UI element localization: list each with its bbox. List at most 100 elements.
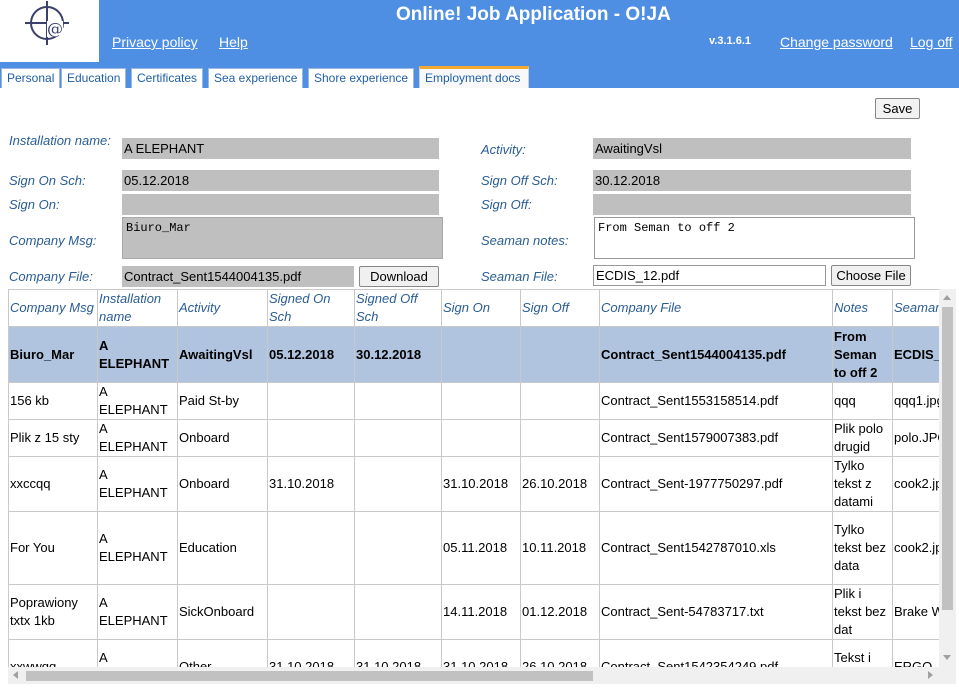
vertical-scroll-thumb[interactable]: [942, 307, 953, 610]
version-label: v.3.1.6.1: [709, 35, 751, 47]
sign-off-sch-field[interactable]: 30.12.2018: [593, 170, 911, 191]
choose-file-button[interactable]: Choose File: [831, 265, 911, 286]
company-file-field[interactable]: Contract_Sent1544004135.pdf: [122, 266, 354, 287]
col-notes[interactable]: Notes: [832, 289, 893, 327]
scroll-up-arrow-icon[interactable]: [943, 295, 951, 300]
cell-installation: A ELEPHANT: [97, 456, 178, 512]
company-logo: @: [0, 0, 99, 62]
cell-signed-off-sch: [354, 584, 442, 640]
cell-signed-on-sch: 31.10.2018: [267, 456, 355, 512]
company-msg-label: Company Msg:: [9, 233, 97, 248]
cell-seaman-file: cook2.jpg: [892, 456, 939, 512]
scroll-down-arrow-icon[interactable]: [943, 655, 951, 660]
logoff-link[interactable]: Log off: [910, 34, 953, 50]
tab-personal[interactable]: Personal: [1, 68, 61, 88]
col-seaman-file[interactable]: Seaman File: [892, 289, 939, 327]
cell-company-msg: Poprawiony txtx 1kb: [8, 584, 98, 640]
cell-activity: SickOnboard: [177, 584, 268, 640]
cell-activity: Other: [177, 639, 268, 667]
table-row[interactable]: Plik z 15 sty A ELEPHANT Onboard Contrac…: [8, 419, 939, 457]
cell-installation: A ELEPHANT: [97, 584, 178, 640]
cell-company-file: Contract_Sent1579007383.pdf: [599, 419, 833, 457]
cell-seaman-file: Brake Wa: [892, 584, 939, 640]
cell-company-msg: For You: [8, 511, 98, 585]
seaman-notes-textarea[interactable]: From Seman to off 2: [594, 217, 915, 259]
installation-name-field[interactable]: A ELEPHANT: [122, 138, 439, 159]
scroll-left-arrow-icon[interactable]: [13, 671, 18, 679]
company-msg-textarea[interactable]: Biuro_Mar: [122, 217, 443, 259]
cell-notes: Tylko tekst z datami: [832, 456, 893, 512]
sign-on-sch-field[interactable]: 05.12.2018: [122, 170, 439, 191]
vertical-scrollbar[interactable]: [939, 289, 956, 667]
table-row[interactable]: 156 kb A ELEPHANT Paid St-by Contract_Se…: [8, 382, 939, 420]
change-password-link[interactable]: Change password: [780, 34, 893, 50]
cell-signed-on-sch: [267, 584, 355, 640]
sign-off-field[interactable]: [593, 194, 911, 215]
col-activity[interactable]: Activity: [177, 289, 268, 327]
documents-table-container: Company Msg Installation name Activity S…: [8, 289, 939, 667]
cell-sign-on: [441, 419, 521, 457]
cell-notes: From Seman to off 2: [832, 326, 893, 383]
cell-company-file: Contract_Sent1542354249.pdf: [599, 639, 833, 667]
sign-on-label: Sign On:: [9, 197, 60, 212]
cell-activity: Education: [177, 511, 268, 585]
tab-shore-experience[interactable]: Shore experience: [308, 68, 415, 88]
col-sign-off[interactable]: Sign Off: [520, 289, 600, 327]
seaman-notes-label: Seaman notes:: [481, 233, 569, 248]
cell-signed-on-sch: 05.12.2018: [267, 326, 355, 383]
cell-activity: AwaitingVsl: [177, 326, 268, 383]
cell-notes: Tekst i plik z: [832, 639, 893, 667]
sign-on-field[interactable]: [122, 194, 439, 215]
cell-activity: Paid St-by: [177, 382, 268, 420]
col-signed-on-sch[interactable]: Signed On Sch: [267, 289, 355, 327]
cell-company-file: Contract_Sent-54783717.txt: [599, 584, 833, 640]
horizontal-scrollbar[interactable]: [8, 667, 956, 684]
tab-certificates[interactable]: Certificates: [131, 68, 204, 88]
cell-installation: A ELEPHANT: [97, 419, 178, 457]
tab-sea-experience[interactable]: Sea experience: [208, 68, 304, 88]
col-signed-off-sch[interactable]: Signed Off Sch: [354, 289, 442, 327]
col-sign-on[interactable]: Sign On: [441, 289, 521, 327]
col-installation-name[interactable]: Installation name: [97, 289, 178, 327]
cell-sign-off: 01.12.2018: [520, 584, 600, 640]
table-row-selected[interactable]: Biuro_Mar A ELEPHANT AwaitingVsl 05.12.2…: [8, 326, 939, 383]
cell-company-msg: Plik z 15 sty: [8, 419, 98, 457]
cell-sign-off: 26.10.2018: [520, 639, 600, 667]
col-company-file[interactable]: Company File: [599, 289, 833, 327]
cell-activity: Onboard: [177, 456, 268, 512]
download-button[interactable]: Download: [359, 266, 439, 287]
seaman-file-field[interactable]: ECDIS_12.pdf: [593, 265, 826, 286]
cell-sign-on: [441, 382, 521, 420]
cell-installation: A ELEPHANT: [97, 511, 178, 585]
table-row[interactable]: xxccqq A ELEPHANT Onboard 31.10.2018 31.…: [8, 456, 939, 512]
privacy-policy-link[interactable]: Privacy policy: [112, 34, 198, 50]
help-link[interactable]: Help: [219, 34, 248, 50]
cell-company-file: Contract_Sent1553158514.pdf: [599, 382, 833, 420]
horizontal-scroll-thumb[interactable]: [26, 671, 593, 681]
cell-signed-off-sch: 31.10.2018: [354, 639, 442, 667]
cell-seaman-file: qqq1.jpg: [892, 382, 939, 420]
cell-sign-off: [520, 382, 600, 420]
table-row[interactable]: xxwwqq A ELEPHANT Other 31.10.2018 31.10…: [8, 639, 939, 667]
tab-education[interactable]: Education: [61, 68, 127, 88]
sign-off-label: Sign Off:: [481, 197, 532, 212]
cell-installation: A ELEPHANT: [97, 382, 178, 420]
col-company-msg[interactable]: Company Msg: [8, 289, 98, 327]
table-row[interactable]: Poprawiony txtx 1kb A ELEPHANT SickOnboa…: [8, 584, 939, 640]
cell-sign-on: 14.11.2018: [441, 584, 521, 640]
cell-sign-on: 31.10.2018: [441, 456, 521, 512]
cell-seaman-file: polo.JPG: [892, 419, 939, 457]
cell-company-msg: Biuro_Mar: [8, 326, 98, 383]
table-row[interactable]: For You A ELEPHANT Education 05.11.2018 …: [8, 511, 939, 585]
installation-name-label: Installation name:: [9, 133, 111, 148]
sign-off-sch-label: Sign Off Sch:: [481, 173, 558, 188]
save-button[interactable]: Save: [875, 98, 920, 119]
activity-field[interactable]: AwaitingVsl: [593, 138, 911, 159]
tab-employment-docs[interactable]: Employment docs: [419, 66, 529, 88]
cell-sign-on: 05.11.2018: [441, 511, 521, 585]
activity-label: Activity:: [481, 142, 526, 157]
sign-on-sch-label: Sign On Sch:: [9, 173, 86, 188]
cell-signed-on-sch: [267, 419, 355, 457]
scroll-right-arrow-icon[interactable]: [928, 671, 933, 679]
cell-signed-off-sch: [354, 419, 442, 457]
